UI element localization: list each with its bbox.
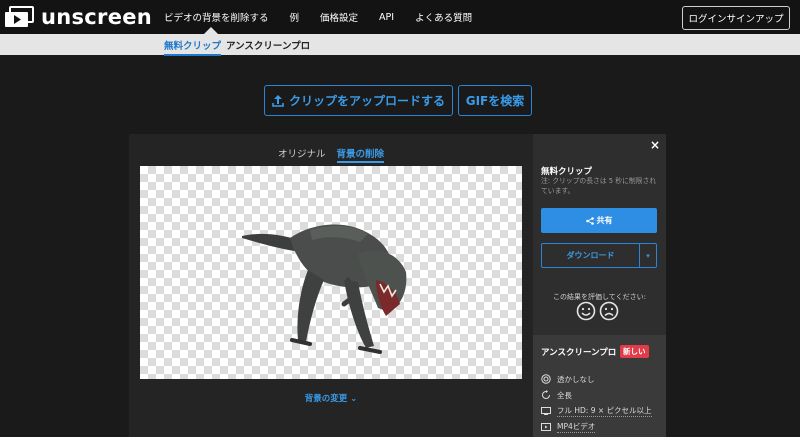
pro-title: アンスクリーンプロ: [541, 348, 617, 358]
download-button-group: ダウンロード ▾: [541, 243, 657, 268]
nav-remove-background[interactable]: ビデオの背景を削除する: [164, 10, 269, 24]
main-nav: ビデオの背景を削除する 例 価格設定 API よくある質問: [164, 0, 493, 34]
mp4-video-icon: [541, 423, 551, 431]
pro-section: アンスクリーンプロ 新しい 透かしなし 全長 フル HD: 9 × ピクセル以上…: [533, 335, 666, 437]
dinosaur-image: [242, 224, 407, 354]
change-background-label: 背景の変更: [304, 394, 348, 404]
active-nav-caret: [204, 27, 218, 34]
close-icon[interactable]: ×: [650, 138, 660, 152]
top-navbar: unscreen ビデオの背景を削除する 例 価格設定 API よくある質問 ロ…: [0, 0, 800, 34]
feature-full-hd: フル HD: 9 × ピクセル以上: [541, 405, 652, 417]
play-logo-icon: [5, 6, 34, 27]
nav-faq[interactable]: よくある質問: [415, 10, 472, 24]
happy-face-icon[interactable]: [576, 301, 596, 321]
logo[interactable]: unscreen: [4, 4, 152, 30]
change-background-button[interactable]: 背景の変更 ⌄: [129, 392, 533, 404]
sad-face-icon[interactable]: [599, 301, 619, 321]
editor-panel: オリジナル 背景の削除 背景の変更 ⌄: [129, 134, 533, 437]
feature-mp4-video: MP4ビデオ: [541, 421, 596, 433]
download-button[interactable]: ダウンロード: [542, 244, 640, 267]
upload-clip-button[interactable]: クリップをアップロードする: [264, 85, 453, 116]
brand-name: unscreen: [41, 5, 153, 29]
feature-label: フル HD: 9 × ピクセル以上: [557, 406, 652, 417]
share-button[interactable]: 共有: [541, 208, 657, 233]
hd-icon: [541, 407, 551, 415]
nav-api[interactable]: API: [379, 12, 394, 23]
tab-unscreen-pro[interactable]: アンスクリーンプロ: [226, 38, 310, 52]
login-signup-button[interactable]: ログインサインアップ: [682, 6, 790, 30]
upload-icon: [272, 94, 284, 107]
feature-label: 透かしなし: [557, 374, 595, 384]
feature-label: MP4ビデオ: [557, 422, 596, 433]
search-gif-button[interactable]: GIFを検索: [458, 85, 532, 116]
view-tabs: オリジナル 背景の削除: [129, 146, 533, 163]
page: unscreen ビデオの背景を削除する 例 価格設定 API よくある質問 ロ…: [0, 0, 800, 437]
download-options-chevron-icon[interactable]: ▾: [640, 244, 656, 267]
chevron-down-icon: ⌄: [350, 394, 358, 404]
share-label: 共有: [596, 216, 613, 225]
sub-navbar: 無料クリップ アンスクリーンプロ: [0, 34, 800, 56]
feature-full-length: 全長: [541, 389, 572, 401]
rating-faces: [576, 301, 622, 321]
tab-background-removed[interactable]: 背景の削除: [336, 146, 385, 163]
feature-no-watermark: 透かしなし: [541, 373, 595, 385]
upload-clip-label: クリップをアップロードする: [288, 94, 445, 108]
new-badge: 新しい: [620, 345, 649, 358]
full-length-icon: [542, 390, 550, 399]
nav-examples[interactable]: 例: [290, 10, 300, 24]
free-clip-note: 注: クリップの長さは 5 秒に制限されています。: [541, 177, 657, 195]
tab-free-clip[interactable]: 無料クリップ: [164, 38, 222, 56]
preview-canvas: [140, 166, 522, 379]
tab-original[interactable]: オリジナル: [278, 146, 326, 160]
nav-pricing[interactable]: 価格設定: [320, 10, 358, 24]
share-icon: [585, 216, 594, 225]
side-panel: × 無料クリップ 注: クリップの長さは 5 秒に制限されています。 共有 ダウ…: [533, 134, 666, 437]
no-watermark-icon: [541, 374, 551, 384]
feature-label: 全長: [557, 390, 572, 400]
